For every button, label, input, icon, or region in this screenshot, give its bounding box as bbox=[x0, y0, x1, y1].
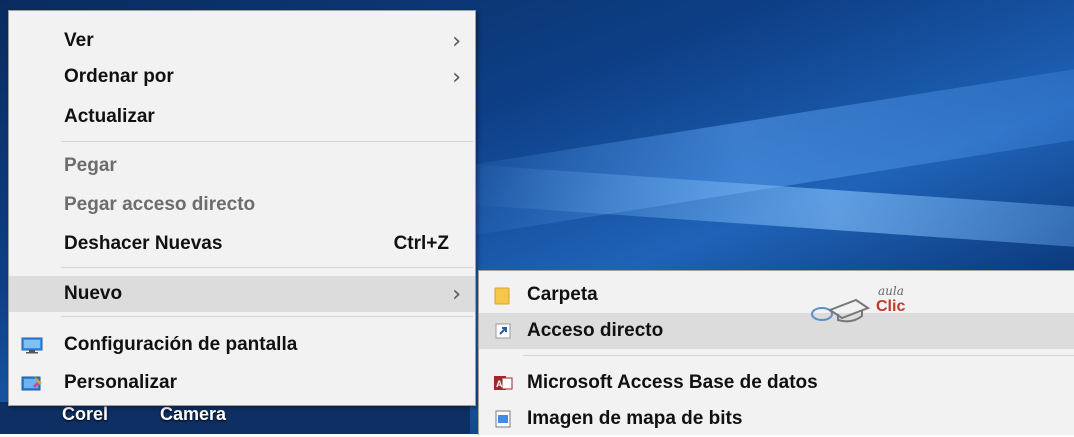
menu-item-ver[interactable]: Ver › bbox=[9, 23, 475, 59]
submenu-item-label: Imagen de mapa de bits bbox=[527, 408, 743, 429]
menu-item-deshacer-nuevas[interactable]: Deshacer Nuevas Ctrl+Z bbox=[9, 226, 475, 262]
chevron-right-icon: › bbox=[452, 64, 461, 90]
display-settings-icon bbox=[21, 337, 43, 354]
access-icon: A bbox=[494, 376, 513, 390]
personalize-icon bbox=[21, 376, 42, 391]
svg-text:A: A bbox=[496, 379, 503, 389]
menu-item-label: Actualizar bbox=[64, 106, 155, 127]
chevron-right-icon: › bbox=[452, 28, 461, 54]
menu-item-configuracion-pantalla[interactable]: Configuración de pantalla bbox=[9, 327, 475, 363]
desktop-context-menu: Ver › Ordenar por › Actualizar Pegar Peg… bbox=[8, 10, 476, 406]
submenu-item-access-db[interactable]: A Microsoft Access Base de datos bbox=[479, 365, 1074, 401]
menu-item-label: Deshacer Nuevas bbox=[64, 233, 223, 254]
watermark-small-text: aula bbox=[878, 284, 904, 298]
desktop-icon-label-corel[interactable]: Corel bbox=[62, 404, 108, 425]
menu-item-ordenar-por[interactable]: Ordenar por › bbox=[9, 59, 475, 95]
submenu-item-acceso-directo[interactable]: Acceso directo bbox=[479, 313, 1074, 349]
menu-separator bbox=[61, 316, 473, 317]
menu-item-label: Nuevo bbox=[64, 283, 123, 304]
menu-item-label: Configuración de pantalla bbox=[64, 334, 298, 355]
menu-separator bbox=[523, 355, 1074, 356]
menu-item-personalizar[interactable]: Personalizar bbox=[9, 365, 475, 401]
watermark-big-text: Clic bbox=[876, 298, 906, 315]
desktop-icon-label-camera[interactable]: Camera bbox=[160, 404, 226, 425]
menu-item-label: Pegar bbox=[64, 155, 117, 176]
menu-separator bbox=[61, 141, 473, 142]
new-submenu: Carpeta Acceso directo A Microsoft Acces… bbox=[478, 270, 1074, 435]
menu-item-actualizar[interactable]: Actualizar bbox=[9, 99, 475, 135]
menu-item-pegar[interactable]: Pegar bbox=[9, 148, 475, 184]
bitmap-icon bbox=[495, 410, 511, 428]
submenu-item-bitmap[interactable]: Imagen de mapa de bits bbox=[479, 401, 1074, 437]
submenu-item-label: Acceso directo bbox=[527, 320, 664, 341]
menu-item-label: Ordenar por bbox=[64, 66, 174, 87]
menu-item-label: Personalizar bbox=[64, 372, 177, 393]
menu-item-label: Ver bbox=[64, 30, 94, 51]
submenu-item-label: Carpeta bbox=[527, 284, 598, 305]
menu-item-label: Pegar acceso directo bbox=[64, 194, 256, 215]
submenu-item-label: Microsoft Access Base de datos bbox=[527, 372, 818, 393]
chevron-right-icon: › bbox=[452, 281, 461, 307]
menu-item-pegar-acceso-directo[interactable]: Pegar acceso directo bbox=[9, 187, 475, 223]
menu-separator bbox=[61, 267, 473, 268]
shortcut-icon bbox=[495, 323, 511, 339]
menu-item-nuevo[interactable]: Nuevo › bbox=[9, 276, 475, 312]
submenu-item-carpeta[interactable]: Carpeta bbox=[479, 277, 1074, 313]
folder-icon bbox=[494, 287, 510, 305]
shortcut-label: Ctrl+Z bbox=[393, 233, 449, 254]
